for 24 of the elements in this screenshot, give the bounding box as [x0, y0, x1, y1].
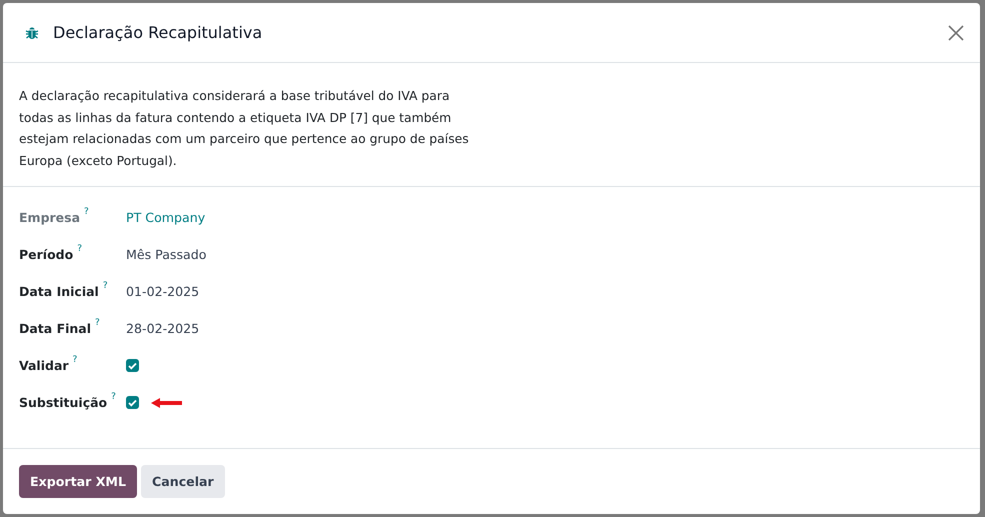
help-tooltip[interactable]: ? [95, 318, 100, 328]
cancel-button[interactable]: Cancelar [140, 465, 225, 498]
bug-icon [25, 26, 39, 40]
field-label: Período [19, 247, 74, 262]
field-value: 28-02-2025 [126, 321, 200, 336]
help-tooltip[interactable]: ? [72, 355, 78, 365]
field-label: Validar [19, 358, 69, 373]
field-value: Mês Passado [126, 247, 206, 262]
export-button[interactable]: Exportar XML [19, 465, 137, 498]
dialog-title: Declaração Recapitulativa [53, 23, 264, 42]
checkbox[interactable] [126, 359, 139, 372]
field-label: Data Inicial [19, 284, 99, 299]
close-button[interactable] [948, 24, 964, 40]
help-tooltip[interactable]: ? [102, 281, 108, 291]
field-label: Substituição [19, 395, 108, 410]
help-tooltip[interactable]: ? [84, 207, 89, 217]
checkbox[interactable] [126, 396, 139, 409]
field-label: Empresa [19, 210, 80, 225]
description-text: A declaração recapitulativa considerará a base tributável do IVA para todas as linhas da fatura contendo a etiqueta IVA DP [7] que também estejam relacionadas com um parceiro que pertence ao grupo de países Europa (exceto Portugal). [19, 87, 470, 170]
help-tooltip[interactable]: ? [77, 244, 82, 254]
company-link[interactable]: PT Company [126, 210, 206, 225]
field-label: Data Final [19, 321, 92, 336]
field-value: 01-02-2025 [126, 284, 200, 299]
help-tooltip[interactable]: ? [111, 392, 116, 402]
